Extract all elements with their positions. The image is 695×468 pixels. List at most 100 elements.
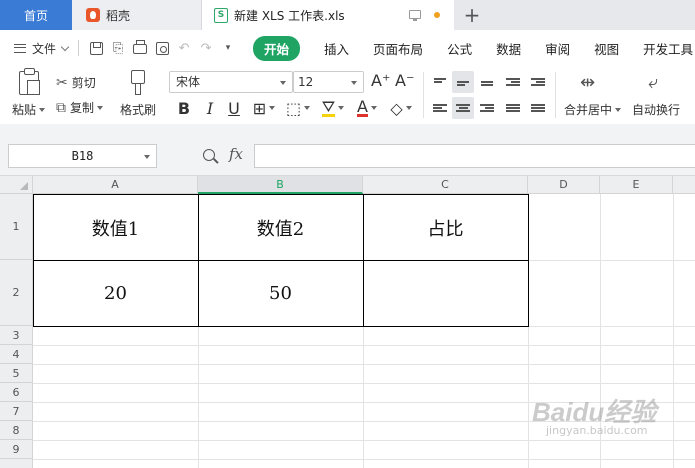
paste-button[interactable]: 粘贴 (12, 101, 46, 118)
copy-label: 复制 (70, 101, 95, 115)
justify-button[interactable] (502, 97, 524, 119)
wrap-text-button[interactable]: 自动换行 (632, 101, 680, 118)
font-name-select[interactable]: 宋体 (169, 71, 293, 93)
tab-review[interactable]: 审阅 (545, 39, 570, 58)
save-button[interactable] (85, 37, 107, 59)
bold-button[interactable]: B (174, 97, 194, 119)
name-box[interactable]: B18 (8, 144, 157, 168)
row-header-1[interactable]: 1 (0, 194, 33, 260)
copy-button[interactable]: ⧉ 复制 (56, 99, 104, 116)
tab-home[interactable]: 首页 (0, 0, 72, 30)
redo-button[interactable]: ↷ (195, 37, 217, 59)
tab-page-layout[interactable]: 页面布局 (373, 39, 423, 58)
font-color-button[interactable]: A (352, 97, 382, 119)
print-button[interactable] (129, 37, 151, 59)
fill-color-button[interactable]: ⛛ (318, 97, 348, 119)
column-header-f[interactable] (673, 176, 695, 194)
chevron-down-icon (370, 106, 377, 110)
row-header-4[interactable]: 4 (0, 345, 33, 364)
row-header-6[interactable]: 6 (0, 383, 33, 402)
chevron-down-icon (405, 106, 412, 110)
monitor-icon[interactable] (409, 10, 421, 21)
distributed-button[interactable] (527, 97, 549, 119)
cell-b1[interactable]: 数值2 (198, 195, 363, 260)
export-pdf-button[interactable]: ⎘ (107, 37, 129, 59)
font-size-select[interactable]: 12 (293, 71, 364, 93)
row-header-5[interactable]: 5 (0, 364, 33, 383)
select-all-corner[interactable] (0, 176, 33, 194)
print-icon (133, 40, 148, 54)
cell-b2[interactable]: 50 (198, 261, 363, 326)
undo-button[interactable]: ↶ (173, 37, 195, 59)
merge-center-button[interactable]: 合并居中 (564, 101, 622, 118)
align-center-button[interactable] (452, 97, 474, 119)
indent-icon (531, 77, 545, 87)
row-header-2[interactable]: 2 (0, 260, 33, 326)
shrink-font-button[interactable]: A⁻ (395, 71, 414, 90)
cut-button[interactable]: ✂ 剪切 (56, 74, 96, 91)
column-header-d[interactable]: D (528, 176, 600, 194)
row-header-7[interactable]: 7 (0, 402, 33, 421)
format-painter-button[interactable]: 格式刷 (120, 101, 156, 118)
tab-insert[interactable]: 插入 (324, 39, 349, 58)
clear-button[interactable]: ◇ (386, 97, 416, 119)
function-icon[interactable]: fx (229, 145, 243, 163)
cut-label: 剪切 (71, 76, 96, 90)
row-header-10[interactable] (0, 459, 33, 468)
paste-label: 粘贴 (12, 103, 37, 117)
wrap-text-icon[interactable]: ⤶ (648, 72, 658, 93)
cell-a2[interactable]: 20 (33, 261, 198, 326)
chevron-down-icon (351, 81, 357, 85)
divider (423, 72, 424, 118)
row-header-9[interactable]: 9 (0, 440, 33, 459)
cell-c1[interactable]: 占比 (363, 195, 528, 260)
row-header-3[interactable]: 3 (0, 326, 33, 345)
chevron-down-icon (280, 81, 286, 85)
tab-developer[interactable]: 开发工具 (643, 39, 693, 58)
cell-a1[interactable]: 数值1 (33, 195, 198, 260)
tab-start[interactable]: 开始 (253, 35, 301, 61)
column-header-e[interactable]: E (600, 176, 673, 194)
daoke-logo-icon (86, 8, 100, 22)
format-painter-label: 格式刷 (120, 103, 157, 117)
align-middle-button[interactable] (452, 71, 474, 93)
column-header-b[interactable]: B (198, 176, 363, 194)
align-right-button[interactable] (476, 97, 498, 119)
merge-center-icon[interactable]: ⇹ (580, 72, 595, 93)
tab-data[interactable]: 数据 (496, 39, 521, 58)
italic-button[interactable]: I (200, 97, 220, 119)
column-header-a[interactable]: A (33, 176, 198, 194)
align-top-button[interactable] (429, 71, 451, 93)
pattern-icon: ⬚ (285, 98, 302, 118)
align-bottom-icon (481, 77, 493, 87)
paste-icon[interactable] (19, 68, 40, 95)
scissors-icon: ✂ (56, 74, 68, 91)
tab-daoke[interactable]: 稻壳 (72, 0, 202, 30)
font-size-value: 12 (298, 75, 314, 89)
file-menu-button[interactable]: 文件 (14, 40, 70, 57)
new-tab-plus-icon[interactable]: + (460, 2, 484, 28)
format-painter-icon[interactable] (129, 70, 145, 96)
borders-button[interactable]: ⊞ (249, 97, 279, 119)
row-header-8[interactable]: 8 (0, 421, 33, 440)
grid-line (33, 383, 695, 384)
tab-view[interactable]: 视图 (594, 39, 619, 58)
align-left-button[interactable] (429, 97, 451, 119)
align-bottom-button[interactable] (476, 71, 498, 93)
cell-c2[interactable] (363, 261, 528, 326)
decrease-indent-button[interactable] (502, 71, 524, 93)
zoom-icon[interactable] (203, 149, 215, 161)
align-middle-icon (457, 77, 469, 87)
formula-input[interactable] (254, 144, 695, 168)
grow-font-button[interactable]: A⁺ (371, 71, 390, 90)
underline-button[interactable]: U (224, 97, 244, 119)
chevron-down-icon (304, 106, 311, 110)
column-header-c[interactable]: C (363, 176, 528, 194)
tab-document[interactable]: S 新建 XLS 工作表.xls (202, 0, 454, 30)
chevron-down-icon (144, 155, 150, 159)
print-preview-button[interactable] (151, 37, 173, 59)
fill-pattern-button[interactable]: ⬚ (283, 97, 313, 119)
quick-access-more-button[interactable]: ▾ (217, 37, 239, 59)
increase-indent-button[interactable] (527, 71, 549, 93)
tab-formulas[interactable]: 公式 (447, 39, 472, 58)
